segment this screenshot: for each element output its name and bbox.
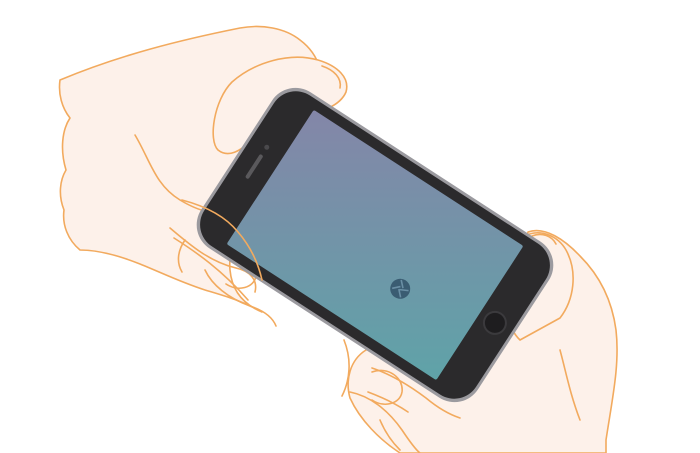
illustration: [0, 0, 700, 453]
illustration-canvas: [58, 25, 618, 453]
